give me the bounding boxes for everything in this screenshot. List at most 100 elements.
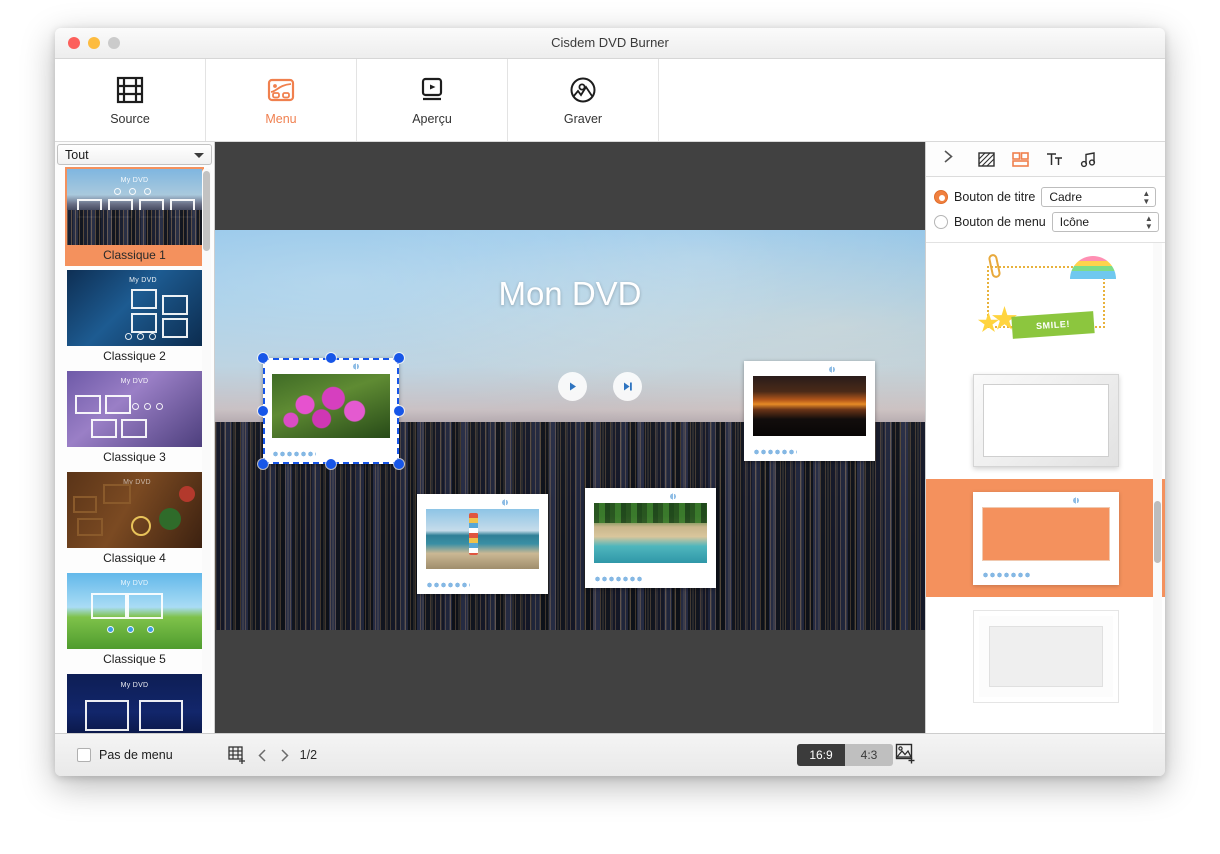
template-name: Classique 2 xyxy=(67,346,202,367)
template-category-select[interactable]: Tout xyxy=(57,144,212,165)
option-row-title-button[interactable]: Bouton de titre Cadre ▲▼ xyxy=(926,184,1165,209)
frame-bottom-dots xyxy=(272,451,316,457)
template-name: Classique 4 xyxy=(67,548,202,569)
option-row-menu-button[interactable]: Bouton de menu Icône ▲▼ xyxy=(926,209,1165,234)
toolbar-empty-space xyxy=(659,59,1165,141)
dvd-menu-title[interactable]: Mon DVD xyxy=(215,275,925,313)
thumb-title: My DVD xyxy=(67,580,202,587)
window-titlebar: Cisdem DVD Burner xyxy=(55,28,1165,59)
template-thumbnail: My DVD xyxy=(67,371,202,447)
film-strip-icon xyxy=(114,75,146,105)
aspect-ratio-16-9[interactable]: 16:9 xyxy=(797,744,845,766)
frame-corner-dots xyxy=(670,493,708,500)
tab-text[interactable] xyxy=(1038,146,1070,172)
toolbar-label-menu: Menu xyxy=(265,112,296,126)
no-menu-checkbox[interactable] xyxy=(77,748,91,762)
template-item-classique-6[interactable]: My DVD Classique 6 xyxy=(65,672,204,733)
frame-bottom-dots xyxy=(426,582,470,588)
aspect-ratio-4-3[interactable]: 4:3 xyxy=(845,744,893,766)
select-title-button-value: Cadre xyxy=(1049,190,1082,204)
frame-corner-dots xyxy=(829,366,867,373)
background-hatch-icon xyxy=(977,150,996,169)
thumb-title: My DVD xyxy=(93,277,193,284)
burn-disc-icon xyxy=(567,75,599,105)
template-name: Classique 3 xyxy=(67,447,202,468)
next-chapter-button[interactable] xyxy=(613,372,642,401)
collapse-panel-button[interactable] xyxy=(926,149,970,169)
template-name: Classique 1 xyxy=(67,245,202,266)
stepper-arrows-icon: ▲▼ xyxy=(1145,216,1153,230)
frame-style-item-smile[interactable]: SMILE! xyxy=(926,243,1165,361)
template-item-classique-2[interactable]: My DVD Classique 2 xyxy=(65,268,204,367)
photo-frame-sunset-deer[interactable] xyxy=(744,361,875,461)
template-thumbnail: My DVD xyxy=(67,472,202,548)
label-title-button: Bouton de titre xyxy=(954,190,1035,204)
frame-bottom-dots xyxy=(753,449,797,455)
aspect-ratio-toggle[interactable]: 16:9 4:3 xyxy=(797,744,893,766)
template-name: Classique 5 xyxy=(67,649,202,670)
select-menu-button-value: Icône xyxy=(1060,215,1089,229)
photo-frame-aerial-beach[interactable] xyxy=(585,488,716,588)
frame-style-caption: SMILE! xyxy=(1035,319,1070,331)
sidebar-scrollbar-track[interactable] xyxy=(202,168,211,730)
frame-corner-dots xyxy=(353,363,391,370)
tab-frames[interactable] xyxy=(1004,146,1036,172)
main-toolbar: Source Menu Aperçu xyxy=(55,59,1165,142)
frame-style-item-dotted[interactable] xyxy=(926,479,1165,597)
button-style-options: Bouton de titre Cadre ▲▼ Bouton de menu … xyxy=(926,177,1165,243)
menu-preview-canvas[interactable]: Mon DVD xyxy=(215,142,925,733)
template-item-classique-1[interactable]: My DVD Classique 1 xyxy=(65,167,204,266)
template-category-value: Tout xyxy=(65,148,89,162)
window-title: Cisdem DVD Burner xyxy=(55,35,1165,50)
stepper-arrows-icon: ▲▼ xyxy=(1142,191,1150,205)
panel-scrollbar-thumb[interactable] xyxy=(1154,501,1161,563)
template-item-classique-3[interactable]: My DVD Classique 3 xyxy=(65,369,204,468)
template-item-classique-4[interactable]: My DVD Classique 4 xyxy=(65,470,204,569)
toolbar-item-burn[interactable]: Graver xyxy=(508,59,659,141)
bottom-status-bar: Pas de menu 1/2 16:9 4:3 xyxy=(55,733,1165,776)
chevron-right-icon xyxy=(942,149,955,164)
sidebar-scrollbar-thumb[interactable] xyxy=(203,171,210,251)
thumb-title: My DVD xyxy=(67,682,202,689)
properties-tabbar xyxy=(926,142,1165,177)
toolbar-item-source[interactable]: Source xyxy=(55,59,206,141)
frame-bottom-dots xyxy=(594,576,644,582)
tab-music[interactable] xyxy=(1072,146,1104,172)
no-menu-label: Pas de menu xyxy=(99,748,173,762)
frame-style-item-stamp[interactable] xyxy=(926,597,1165,715)
next-page-button[interactable] xyxy=(278,748,291,763)
photo-frame-flowers[interactable] xyxy=(263,358,399,464)
frame-style-list[interactable]: SMILE! xyxy=(926,243,1165,733)
toolbar-item-preview[interactable]: Aperçu xyxy=(357,59,508,141)
radio-menu-button[interactable] xyxy=(934,215,948,229)
play-button[interactable] xyxy=(558,372,587,401)
menu-design-icon xyxy=(265,75,297,105)
template-list[interactable]: My DVD Classique 1 My DVD xyxy=(55,165,214,733)
aerial-beach-photo xyxy=(594,503,707,563)
play-icon xyxy=(566,380,579,393)
music-note-icon xyxy=(1079,150,1098,169)
frame-corner-dots xyxy=(502,499,540,506)
tab-background[interactable] xyxy=(970,146,1002,172)
template-item-classique-5[interactable]: My DVD Classique 5 xyxy=(65,571,204,670)
select-menu-button-style[interactable]: Icône ▲▼ xyxy=(1052,212,1159,232)
panel-scrollbar-track[interactable] xyxy=(1153,243,1162,733)
toolbar-label-source: Source xyxy=(110,112,150,126)
radio-title-button[interactable] xyxy=(934,190,948,204)
add-film-icon[interactable] xyxy=(227,745,247,765)
dvd-menu-stage[interactable]: Mon DVD xyxy=(215,230,925,630)
no-menu-checkbox-group[interactable]: Pas de menu xyxy=(77,748,173,762)
prev-page-button[interactable] xyxy=(256,748,269,763)
thumb-title: My DVD xyxy=(87,479,187,486)
template-thumbnail: My DVD xyxy=(67,674,202,733)
select-title-button-style[interactable]: Cadre ▲▼ xyxy=(1041,187,1156,207)
beach-signpost-photo xyxy=(426,509,539,569)
add-image-button[interactable] xyxy=(895,743,917,765)
page-indicator: 1/2 xyxy=(300,748,317,762)
toolbar-label-preview: Aperçu xyxy=(412,112,452,126)
photo-frame-beach-sign[interactable] xyxy=(417,494,548,594)
pink-flowers-photo xyxy=(272,374,390,438)
toolbar-item-menu[interactable]: Menu xyxy=(206,59,357,141)
frame-style-item-plain[interactable] xyxy=(926,361,1165,479)
toolbar-label-burn: Graver xyxy=(564,112,602,126)
